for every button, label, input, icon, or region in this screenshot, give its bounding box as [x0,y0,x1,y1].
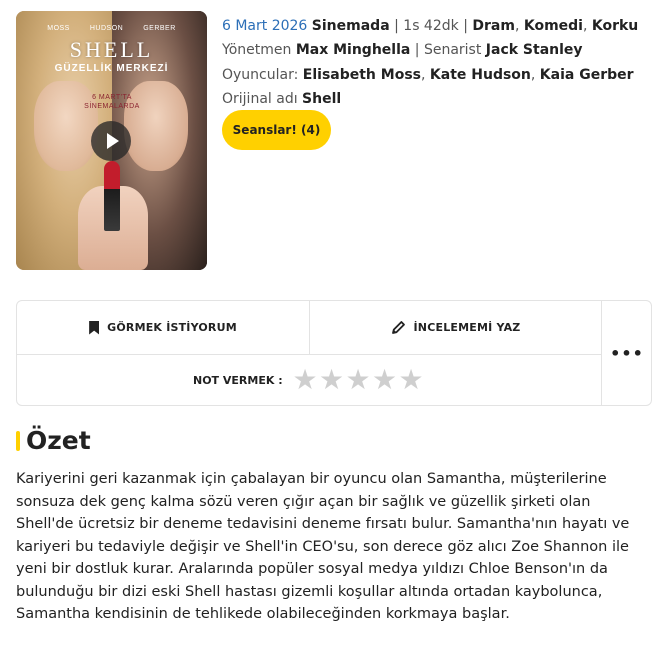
original-title: Shell [302,91,342,107]
star-2-icon[interactable]: ★ [319,366,345,394]
bookmark-icon [89,320,100,335]
release-status: Sinemada [311,18,390,34]
genre-comma: , [582,18,588,34]
star-3-icon[interactable]: ★ [345,366,371,394]
genre-link[interactable]: Korku [592,18,638,34]
more-dots-icon: ••• [610,343,644,363]
poster-credit: GERBER [143,25,176,32]
summary-text: Kariyerini geri kazanmak için çabalayan … [16,471,630,622]
director-link[interactable]: Max Minghella [296,42,411,58]
release-date: 6 Mart 2026 [222,18,308,34]
user-actions-panel: GÖRMEK İSTİYORUM İNCELEMEMİ YAZ NOT VERM… [16,300,652,406]
star-1-icon[interactable]: ★ [292,366,318,394]
movie-meta: 6 Mart 2026 Sinemada | 1s 42dk | Dram, K… [222,14,638,111]
poster-lipstick [104,161,120,231]
poster-credits: MOSS HUDSON GERBER [16,25,207,32]
writer-link[interactable]: Jack Stanley [486,42,583,58]
meta-original-title-line: Orijinal adı Shell [222,87,638,111]
poster-release-text: 6 MART'TA SİNEMALARDA [72,93,152,111]
star-5-icon[interactable]: ★ [398,366,424,394]
meta-crew-line: Yönetmen Max Minghella | Senarist Jack S… [222,38,638,62]
separator: | [463,18,468,34]
summary-title: Özet [26,426,91,455]
rating-label: NOT VERMEK : [193,373,283,387]
genre-comma: , [514,18,520,34]
rating-row: NOT VERMEK : ★ ★ ★ ★ ★ [17,355,601,405]
genre-link[interactable]: Dram [472,18,515,34]
write-review-label: İNCELEMEMİ YAZ [413,321,521,334]
poster-release-line: 6 MART'TA [92,94,132,101]
poster-subtitle: GÜZELLİK MERKEZİ [54,63,169,74]
cast-label: Oyuncular: [222,67,299,83]
rating-stars: ★ ★ ★ ★ ★ [292,366,425,394]
summary-heading: Özet [16,426,91,455]
duration: 1s 42dk [403,18,459,34]
poster-credit: MOSS [47,25,70,32]
sessions-button[interactable]: Seanslar! (4) [222,110,331,150]
cast-link[interactable]: Elisabeth Moss [303,67,421,83]
original-title-label: Orijinal adı [222,91,298,107]
separator: | [394,18,399,34]
genre-link[interactable]: Komedi [524,18,583,34]
poster-credit: HUDSON [89,25,124,32]
pencil-icon [391,320,406,335]
watchlist-label: GÖRMEK İSTİYORUM [107,321,237,334]
director-label: Yönetmen [222,42,292,58]
cast-comma: , [530,67,536,83]
cast-comma: , [421,67,426,83]
meta-cast-line: Oyuncular: Elisabeth Moss, Kate Hudson, … [222,63,638,87]
cast-link[interactable]: Kate Hudson [430,67,531,83]
meta-release-line: 6 Mart 2026 Sinemada | 1s 42dk | Dram, K… [222,14,638,38]
watchlist-button[interactable]: GÖRMEK İSTİYORUM [17,301,309,354]
cast-link[interactable]: Kaia Gerber [540,67,634,83]
star-4-icon[interactable]: ★ [372,366,398,394]
heading-accent-bar [16,430,20,451]
poster-title: SHELL [69,37,154,62]
writer-label: Senarist [423,42,482,58]
play-trailer-button[interactable] [91,121,131,161]
movie-poster[interactable]: MOSS HUDSON GERBER SHELL GÜZELLİK MERKEZİ … [16,11,207,270]
more-options-button[interactable]: ••• [602,301,652,405]
separator: | [414,42,420,58]
poster-release-line: SİNEMALARDA [84,103,140,110]
write-review-button[interactable]: İNCELEMEMİ YAZ [310,301,601,354]
